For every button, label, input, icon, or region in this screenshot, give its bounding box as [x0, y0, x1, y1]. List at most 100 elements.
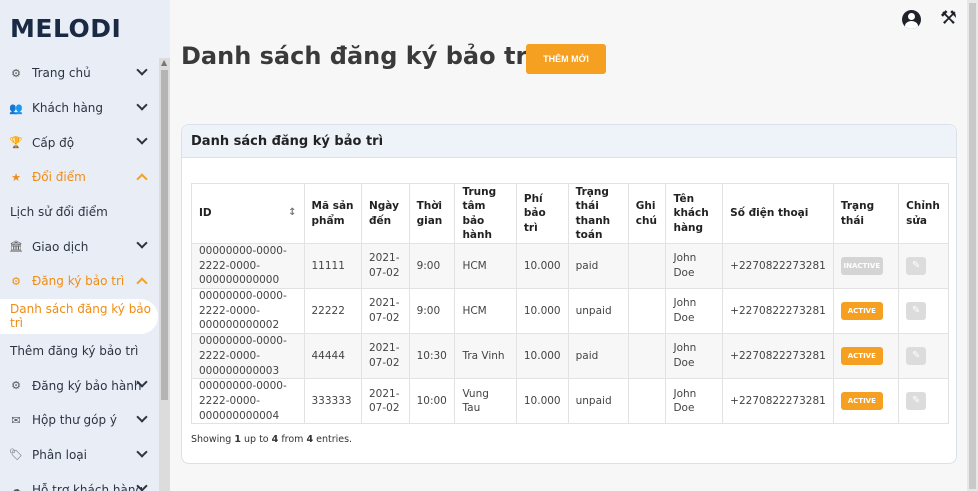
tools-icon[interactable]: ⚒	[940, 7, 957, 29]
table-header-row: ID ↕ Mã sản phẩm Ngày đến Thời gian Trung tâm…	[191, 183, 949, 244]
edit-pencil-icon[interactable]: ✎	[906, 392, 927, 411]
column-header-11[interactable]: Chỉnh sửa	[898, 183, 949, 244]
cell-time: 10:30	[408, 333, 456, 380]
table-row: 00000000-0000-2222-0000-000000000002 2222…	[191, 288, 949, 335]
sidebar-item-label: Thêm đăng ký bảo trì	[10, 343, 139, 358]
cell-date: 2021-07-02	[361, 333, 410, 380]
column-header-10[interactable]: Trạng thái	[832, 183, 900, 244]
sidebar-item-label: Phân loại	[32, 447, 87, 462]
column-header-label: Chỉnh sửa	[906, 200, 940, 227]
column-header-label: Trạng thái	[840, 200, 875, 227]
sidebar-item-10[interactable]: ✉ Hộp thư góp ý	[0, 403, 158, 438]
sort-icon[interactable]: ↕	[288, 206, 296, 220]
sidebar-item-label: Cấp độ	[32, 135, 75, 150]
edit-pencil-icon[interactable]: ✎	[906, 257, 927, 276]
cell-phone: +2270822273281	[722, 333, 834, 380]
sidebar-scroll-thumb[interactable]	[161, 70, 168, 400]
chevron-down-icon	[136, 237, 148, 250]
column-header-2[interactable]: Ngày đến	[361, 183, 410, 244]
cell-phone: +2270822273281	[722, 242, 834, 290]
sidebar-item-11[interactable]: 🏷 Phân loại	[0, 438, 158, 473]
cell-fee: 10.000	[515, 288, 569, 335]
cell-center: Tra Vinh	[454, 333, 517, 380]
sidebar-item-0[interactable]: ⚙ Trang chủ	[0, 56, 158, 91]
cell-center: HCM	[454, 288, 517, 335]
sidebar-item-label: Hộp thư góp ý	[32, 413, 118, 428]
sidebar-item-12[interactable]: ☁ Hỗ trợ khách hàng	[0, 472, 158, 491]
cell-center: HCM	[454, 242, 517, 290]
cell-customer: John Doe	[665, 288, 724, 335]
cell-edit: ✎	[898, 288, 949, 335]
cell-status: INACTIVE	[832, 242, 900, 290]
sidebar-item-9[interactable]: ⚙ Đăng ký bảo hành	[0, 368, 158, 403]
sidebar-item-8[interactable]: Thêm đăng ký bảo trì	[0, 334, 158, 369]
cogs-icon: ⚙	[11, 379, 21, 393]
column-header-0[interactable]: ID ↕	[191, 183, 305, 244]
status-badge[interactable]: INACTIVE	[840, 257, 883, 276]
column-header-3[interactable]: Thời gian	[408, 183, 456, 244]
edit-pencil-icon[interactable]: ✎	[906, 347, 927, 366]
column-header-9[interactable]: Số điện thoại	[722, 183, 834, 244]
mail-icon: ✉	[11, 413, 21, 427]
column-header-6[interactable]: Trạng thái thanh toán	[567, 183, 629, 244]
page-title: Danh sách đăng ký bảo trì	[181, 42, 536, 70]
sidebar-item-label: Trang chủ	[32, 66, 91, 81]
user-circle-icon[interactable]	[902, 10, 921, 29]
sidebar-item-4[interactable]: Lịch sử đổi điểm	[0, 195, 158, 230]
main-scrollbar[interactable]	[967, 0, 978, 491]
sidebar-item-label: Lịch sử đổi điểm	[10, 205, 108, 220]
column-header-label: Thời gian	[416, 200, 443, 227]
sidebar-item-label: Đăng ký bảo trì	[32, 274, 125, 289]
sidebar-item-3[interactable]: ★ Đổi điểm	[0, 160, 158, 195]
table-info: Showing 1 up to 4 from 4 entries.	[191, 434, 352, 445]
cell-fee: 10.000	[515, 333, 569, 380]
cell-customer: John Doe	[665, 242, 724, 290]
app-root: MELODI ⚙ Trang chủ 👥 Khách hàng 🏆 Cấp độ ★ Đổi …	[0, 0, 978, 491]
sidebar-menu: ⚙ Trang chủ 👥 Khách hàng 🏆 Cấp độ ★ Đổi điểm Lịc…	[0, 56, 158, 491]
cell-time: 9:00	[408, 288, 456, 335]
cell-fee: 10.000	[515, 378, 569, 425]
cell-note	[627, 333, 667, 380]
info-from: 1	[234, 434, 241, 445]
cell-date: 2021-07-02	[361, 242, 410, 290]
edit-pencil-icon[interactable]: ✎	[906, 302, 927, 321]
sidebar-item-6[interactable]: ⚙ Đăng ký bảo trì	[0, 264, 158, 299]
trophy-icon: 🏆	[9, 136, 23, 150]
column-header-label: Số điện thoại	[730, 207, 809, 220]
scroll-up-icon[interactable]: ▲	[161, 58, 167, 67]
cell-product: 44444	[303, 333, 362, 380]
cell-product: 22222	[303, 288, 362, 335]
status-badge[interactable]: ACTIVE	[840, 302, 883, 321]
column-header-7[interactable]: Ghi chú	[627, 183, 667, 244]
cell-note	[627, 378, 667, 425]
column-header-4[interactable]: Trung tâm bảo hành	[454, 183, 517, 244]
status-badge[interactable]: ACTIVE	[840, 347, 883, 366]
sidebar-scrollbar[interactable]: ▲	[159, 58, 170, 491]
cell-date: 2021-07-02	[361, 288, 410, 335]
sidebar-item-label: Hỗ trợ khách hàng	[32, 482, 144, 491]
sidebar-item-7[interactable]: Danh sách đăng ký bảo trì	[0, 298, 158, 334]
cell-id: 00000000-0000-2222-0000-000000000000	[191, 242, 305, 290]
add-new-button[interactable]: THÊM MỚI	[526, 44, 606, 74]
column-header-label: Trung tâm bảo hành	[462, 186, 497, 241]
cell-customer: John Doe	[665, 333, 724, 380]
cell-phone: +2270822273281	[722, 378, 834, 425]
cell-time: 9:00	[408, 242, 456, 290]
sidebar-item-5[interactable]: 🏛 Giao dịch	[0, 229, 158, 264]
sidebar-item-label: Khách hàng	[32, 101, 104, 116]
user-body	[905, 21, 918, 29]
support-icon: ☁	[10, 483, 22, 491]
maintenance-table: ID ↕ Mã sản phẩm Ngày đến Thời gian Trung tâm…	[191, 183, 949, 425]
info-to: 4	[271, 434, 279, 445]
column-header-5[interactable]: Phí bảo trì	[515, 183, 569, 244]
sidebar-item-1[interactable]: 👥 Khách hàng	[0, 91, 158, 126]
column-header-label: Tên khách hàng	[673, 193, 709, 234]
table-row: 00000000-0000-2222-0000-000000000000 1111…	[191, 242, 949, 290]
column-header-1[interactable]: Mã sản phẩm	[303, 183, 362, 244]
sidebar-item-2[interactable]: 🏆 Cấp độ	[0, 125, 158, 160]
main-scroll-thumb[interactable]	[969, 3, 976, 489]
sidebar: MELODI ⚙ Trang chủ 👥 Khách hàng 🏆 Cấp độ ★ Đổi …	[0, 0, 170, 491]
chevron-down-icon	[136, 133, 148, 146]
column-header-8[interactable]: Tên khách hàng	[665, 183, 724, 244]
status-badge[interactable]: ACTIVE	[840, 392, 883, 411]
